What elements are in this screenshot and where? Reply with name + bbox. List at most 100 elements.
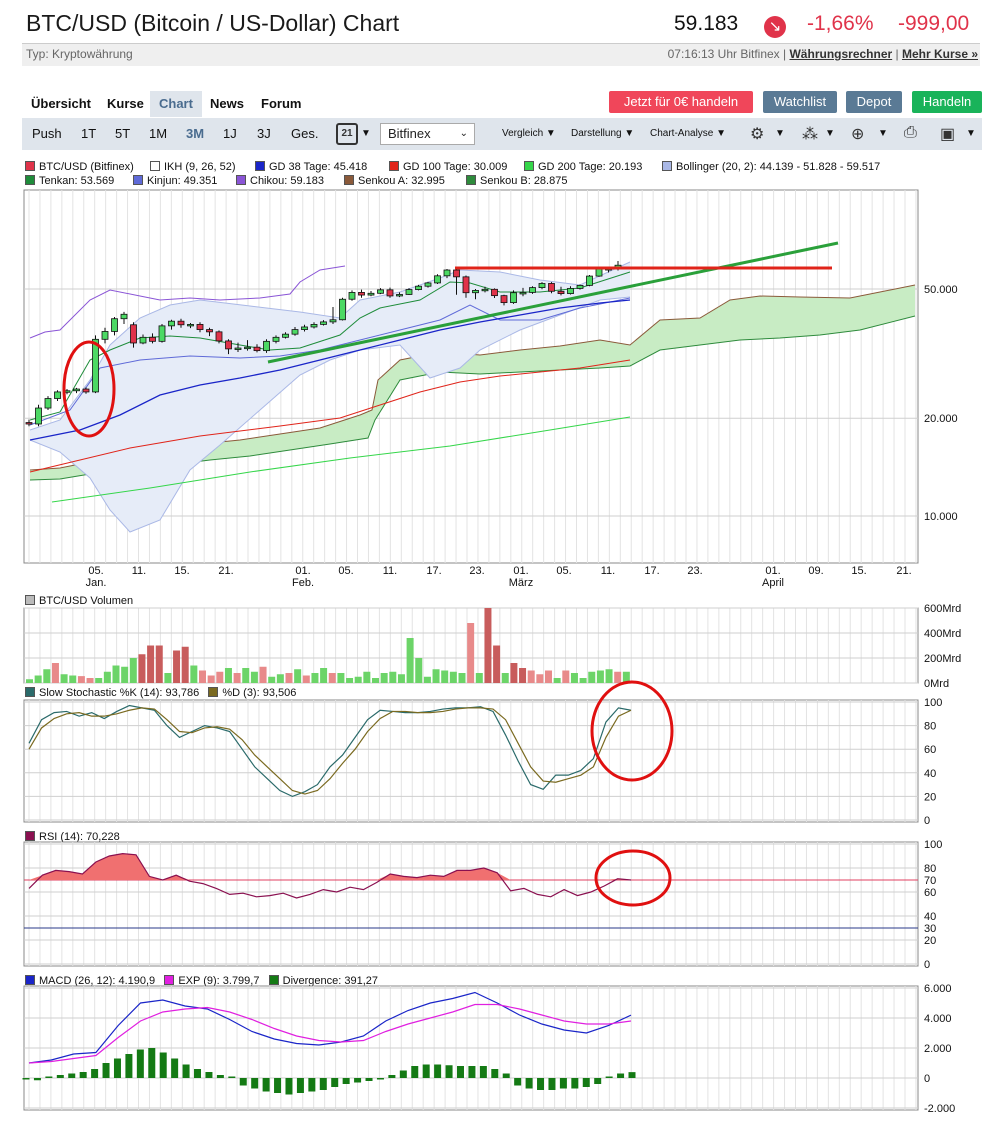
divergence-bar (537, 1078, 545, 1090)
volume-bar (423, 676, 431, 683)
volume-bar (233, 673, 241, 683)
price-candle (472, 290, 479, 294)
price-candle (595, 268, 603, 277)
price-candle (92, 338, 99, 393)
stoch-tick-label: 60 (924, 744, 936, 756)
price-candle (196, 324, 204, 330)
volume-bar (553, 678, 561, 683)
volume-bar (268, 676, 276, 683)
divergence-bar (125, 1054, 133, 1078)
price-candle (396, 294, 403, 297)
volume-bar (302, 675, 310, 683)
macd-tick-label: 0 (924, 1073, 930, 1085)
divergence-bar (331, 1078, 339, 1087)
divergence-bar (582, 1078, 590, 1087)
volume-bar (190, 665, 198, 683)
price-candle (367, 292, 375, 296)
price-candle (434, 275, 441, 284)
price-candle (538, 283, 546, 288)
price-candle (491, 288, 498, 297)
price-candle (82, 388, 90, 393)
divergence-bar (399, 1070, 407, 1078)
price-candle (206, 329, 213, 333)
volume-bar (294, 669, 302, 683)
volume-bar (216, 671, 224, 683)
divergence-bar (445, 1065, 453, 1078)
price-candle (177, 320, 185, 326)
volume-bar (380, 673, 388, 683)
volume-bar (112, 665, 120, 683)
volume-bar (69, 675, 77, 683)
price-candle (443, 269, 451, 277)
volume-tick-label: 600Mrd (924, 603, 961, 615)
divergence-bar (354, 1078, 362, 1083)
price-candle (576, 284, 584, 289)
price-candle (25, 422, 33, 425)
volume-bar (86, 678, 94, 683)
volume-bar (536, 674, 544, 683)
volume-bar (519, 668, 527, 683)
divergence-bar (79, 1072, 87, 1078)
price-candle (253, 346, 261, 352)
date-tick-label: 15. (174, 565, 189, 577)
price-candle (339, 298, 346, 321)
price-candle (348, 292, 356, 300)
month-tick-label: April (762, 577, 784, 589)
volume-bar (34, 675, 42, 683)
volume-bar (26, 679, 33, 683)
date-tick-label: 17. (644, 565, 659, 577)
volume-bar (121, 666, 129, 683)
divergence-bar (456, 1066, 464, 1078)
volume-bar (406, 638, 414, 683)
volume-bar (354, 676, 362, 683)
volume-bar (596, 670, 604, 683)
price-candle (272, 336, 280, 342)
month-tick-label: Feb. (292, 577, 314, 589)
month-tick-label: März (509, 577, 533, 589)
rsi-tick-label: 60 (924, 887, 936, 899)
price-candle (187, 324, 194, 327)
divergence-bar (136, 1049, 144, 1078)
price-candle (139, 336, 147, 344)
price-tick-label: 20.000 (924, 413, 958, 425)
volume-bar (372, 678, 379, 683)
stoch-tick-label: 20 (924, 791, 936, 803)
date-tick-label: 23. (687, 565, 702, 577)
price-candle (54, 391, 61, 399)
volume-bar (545, 670, 552, 683)
divergence-bar (262, 1078, 270, 1092)
price-candle (35, 407, 42, 425)
divergence-bar (113, 1058, 121, 1078)
stoch-tick-label: 40 (924, 768, 936, 780)
price-candle (158, 325, 166, 342)
divergence-bar (388, 1075, 396, 1078)
chart-canvas[interactable]: 50.00020.00010.00005.Jan.11. 15. 21. 01.Feb… (0, 0, 1006, 1130)
price-candle (130, 324, 137, 344)
price-candle (310, 324, 318, 328)
volume-tick-label: 200Mrd (924, 653, 961, 665)
divergence-bar (525, 1078, 533, 1089)
price-candle (386, 289, 394, 297)
volume-bar (484, 608, 492, 683)
price-tick-label: 10.000 (924, 511, 958, 523)
rsi-tick-label: 70 (924, 875, 936, 887)
volume-bar (510, 663, 518, 683)
volume-bar (397, 674, 405, 683)
volume-bar (155, 645, 163, 683)
volume-bar (311, 673, 319, 683)
divergence-bar (171, 1058, 179, 1078)
volume-bar (475, 673, 483, 683)
volume-bar (103, 671, 111, 683)
rsi-tick-label: 100 (924, 839, 942, 851)
price-candle (149, 336, 156, 342)
divergence-bar (68, 1073, 76, 1078)
divergence-bar (102, 1063, 110, 1078)
volume-bar (77, 676, 85, 683)
divergence-bar (251, 1078, 259, 1089)
volume-bar (320, 668, 328, 683)
price-candle (519, 292, 527, 295)
date-tick-label: 05. (88, 565, 103, 577)
macd-tick-label: -2.000 (924, 1103, 955, 1115)
volume-bar (95, 678, 103, 683)
volume-bar (276, 674, 284, 683)
